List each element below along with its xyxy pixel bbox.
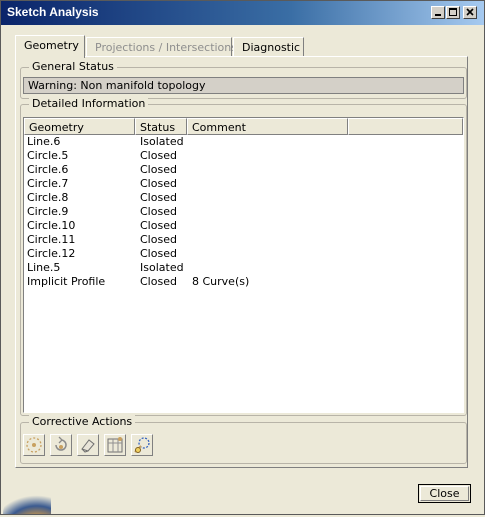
- table-row[interactable]: Circle.10 Closed: [24, 219, 463, 233]
- cell-status: Closed: [140, 149, 177, 162]
- table-row[interactable]: Line.5 Isolated: [24, 261, 463, 275]
- detailed-information-group: Detailed Information Geometry Status Com…: [20, 97, 467, 416]
- cell-geometry: Circle.9: [27, 205, 69, 218]
- tab-diagnostic[interactable]: Diagnostic: [233, 37, 304, 57]
- cell-geometry: Circle.8: [27, 191, 69, 204]
- cell-status: Closed: [140, 163, 177, 176]
- cell-geometry: Circle.10: [27, 219, 76, 232]
- cell-status: Closed: [140, 205, 177, 218]
- table-row[interactable]: Circle.9 Closed: [24, 205, 463, 219]
- cell-geometry: Line.5: [27, 261, 61, 274]
- maximize-icon[interactable]: [446, 6, 460, 19]
- eraser-icon[interactable]: [77, 434, 99, 456]
- cell-status: Isolated: [140, 261, 184, 274]
- table-row[interactable]: Implicit Profile Closed 8 Curve(s): [24, 275, 463, 289]
- rotate-icon[interactable]: [50, 434, 72, 456]
- tab-geometry[interactable]: Geometry: [15, 35, 85, 58]
- table-row[interactable]: Circle.12 Closed: [24, 247, 463, 261]
- table-header: Geometry Status Comment: [24, 118, 463, 135]
- table-row[interactable]: Circle.5 Closed: [24, 149, 463, 163]
- sketch-analysis-window: Sketch Analysis Geometry Projections / I…: [0, 0, 485, 517]
- corrective-actions-group: Corrective Actions: [20, 415, 467, 464]
- table-row[interactable]: Line.6 Isolated: [24, 135, 463, 149]
- corrective-actions-legend: Corrective Actions: [29, 415, 136, 428]
- cell-status: Closed: [140, 233, 177, 246]
- column-header-status[interactable]: Status: [135, 118, 187, 135]
- tab-panel: General Status Warning: Non manifold top…: [15, 56, 468, 468]
- cell-geometry: Line.6: [27, 135, 61, 148]
- cell-status: Closed: [140, 247, 177, 260]
- table-row[interactable]: Circle.6 Closed: [24, 163, 463, 177]
- cell-status: Closed: [140, 191, 177, 204]
- column-header-comment[interactable]: Comment: [187, 118, 348, 135]
- cell-geometry: Circle.11: [27, 233, 76, 246]
- tab-projections-intersections: Projections / Intersections: [86, 37, 237, 57]
- column-header-geometry[interactable]: Geometry: [24, 118, 135, 135]
- minimize-icon[interactable]: [431, 6, 445, 19]
- detailed-information-legend: Detailed Information: [29, 97, 149, 110]
- general-status-legend: General Status: [29, 60, 117, 73]
- table-rows: Line.6 Isolated Circle.5 Closed Circle.6 Clos…: [24, 135, 463, 289]
- table-row[interactable]: Circle.11 Closed: [24, 233, 463, 247]
- frame-grid-icon[interactable]: [104, 434, 126, 456]
- catia-logo-icon: [1, 473, 59, 517]
- table-row[interactable]: Circle.7 Closed: [24, 177, 463, 191]
- cell-geometry: Circle.7: [27, 177, 69, 190]
- status-message: Warning: Non manifold topology: [23, 77, 464, 94]
- cell-geometry: Implicit Profile: [27, 275, 106, 288]
- table-row[interactable]: Circle.8 Closed: [24, 191, 463, 205]
- general-status-group: General Status Warning: Non manifold top…: [20, 60, 467, 99]
- dashed-circle-icon[interactable]: [23, 434, 45, 456]
- cell-geometry: Circle.6: [27, 163, 69, 176]
- column-header-empty: [348, 118, 463, 135]
- close-icon[interactable]: [463, 6, 477, 19]
- close-button-label: Close: [429, 487, 460, 500]
- title-bar[interactable]: Sketch Analysis: [1, 1, 484, 25]
- cell-comment: 8 Curve(s): [192, 275, 250, 288]
- close-button[interactable]: Close: [418, 484, 471, 503]
- selection-profile-icon[interactable]: [131, 434, 153, 456]
- geometry-table[interactable]: Geometry Status Comment Line.6 Isolated Ci…: [23, 117, 464, 413]
- cell-status: Isolated: [140, 135, 184, 148]
- cell-status: Closed: [140, 275, 177, 288]
- cell-geometry: Circle.12: [27, 247, 76, 260]
- cell-status: Closed: [140, 177, 177, 190]
- cell-geometry: Circle.5: [27, 149, 69, 162]
- cell-status: Closed: [140, 219, 177, 232]
- window-title: Sketch Analysis: [7, 5, 99, 19]
